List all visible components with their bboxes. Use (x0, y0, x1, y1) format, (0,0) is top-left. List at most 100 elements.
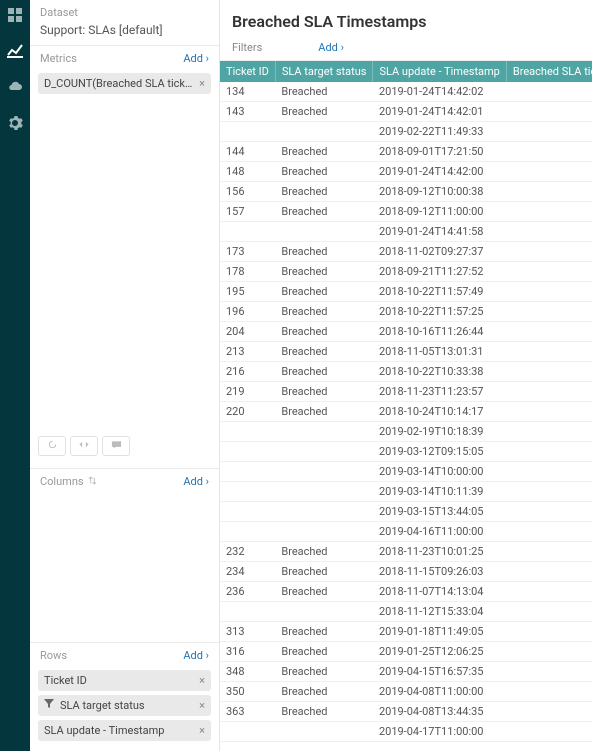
dataset-header: Dataset (30, 0, 219, 23)
table-row[interactable]: 2019-02-19T10:18:391 (220, 422, 592, 442)
table-cell: 1 (506, 562, 592, 582)
table-row[interactable]: 2019-01-24T14:41:581 (220, 222, 592, 242)
table-cell: 2019-01-24T14:42:02 (373, 82, 506, 102)
table-cell (220, 502, 275, 522)
table-cell: 2018-11-12T15:33:04 (373, 602, 506, 622)
nav-dashboard-icon[interactable] (6, 6, 24, 24)
row-pill-text: SLA target status (44, 699, 145, 712)
table-cell: 2019-04-16T11:00:00 (373, 522, 506, 542)
column-header[interactable]: SLA update - Timestamp (373, 61, 506, 82)
main-panel: Breached SLA Timestamps Filters Add Tick… (220, 0, 592, 751)
table-row[interactable]: 236Breached2018-11-07T14:13:041 (220, 582, 592, 602)
metrics-label: Metrics (40, 52, 77, 65)
table-row[interactable]: 220Breached2018-10-24T10:14:171 (220, 402, 592, 422)
table-row[interactable]: 195Breached2018-10-22T11:57:491 (220, 282, 592, 302)
row-pill[interactable]: Ticket ID× (38, 670, 211, 691)
results-table: Ticket IDSLA target statusSLA update - T… (220, 61, 592, 742)
table-row[interactable]: 2019-03-15T13:44:051 (220, 502, 592, 522)
table-cell: Breached (275, 702, 373, 722)
table-cell: 2019-01-24T14:42:01 (373, 102, 506, 122)
table-row[interactable]: 2019-02-22T11:49:331 (220, 122, 592, 142)
row-pill[interactable]: SLA target status × (38, 695, 211, 716)
table-row[interactable]: 213Breached2018-11-05T13:01:311 (220, 342, 592, 362)
results-table-wrap[interactable]: Ticket IDSLA target statusSLA update - T… (220, 61, 592, 751)
comment-button[interactable] (102, 436, 130, 456)
rows-add-link[interactable]: Add (183, 649, 209, 662)
table-cell: 1 (506, 262, 592, 282)
table-row[interactable]: 2019-03-14T10:11:391 (220, 482, 592, 502)
table-cell: 1 (506, 102, 592, 122)
table-row[interactable]: 313Breached2019-01-18T11:49:051 (220, 622, 592, 642)
table-cell: 2019-04-08T11:00:00 (373, 682, 506, 702)
table-row[interactable]: 134Breached2019-01-24T14:42:021 (220, 82, 592, 102)
table-row[interactable]: 2019-03-12T09:15:051 (220, 442, 592, 462)
dataset-value[interactable]: Support: SLAs [default] (30, 23, 219, 45)
table-row[interactable]: 143Breached2019-01-24T14:42:011 (220, 102, 592, 122)
table-row[interactable]: 196Breached2018-10-22T11:57:251 (220, 302, 592, 322)
table-cell: 1 (506, 162, 592, 182)
table-cell: Breached (275, 582, 373, 602)
metric-pill[interactable]: D_COUNT(Breached SLA tick… × (38, 73, 211, 94)
column-header[interactable]: Breached SLA tickets (506, 61, 592, 82)
table-cell: Breached (275, 262, 373, 282)
table-cell: 232 (220, 542, 275, 562)
table-cell: 1 (506, 382, 592, 402)
table-cell: Breached (275, 242, 373, 262)
table-cell (275, 442, 373, 462)
close-icon[interactable]: × (199, 674, 205, 687)
table-row[interactable]: 2019-03-14T10:00:001 (220, 462, 592, 482)
table-row[interactable]: 2019-04-17T11:00:001 (220, 722, 592, 742)
table-row[interactable]: 350Breached2019-04-08T11:00:001 (220, 682, 592, 702)
table-cell: 2018-10-22T11:57:49 (373, 282, 506, 302)
table-cell (275, 482, 373, 502)
close-icon[interactable]: × (199, 699, 205, 712)
columns-add-link[interactable]: Add (183, 475, 209, 488)
table-row[interactable]: 204Breached2018-10-16T11:26:441 (220, 322, 592, 342)
table-row[interactable]: 219Breached2018-11-23T11:23:571 (220, 382, 592, 402)
table-cell: Breached (275, 342, 373, 362)
table-row[interactable]: 2018-11-12T15:33:041 (220, 602, 592, 622)
close-icon[interactable]: × (199, 724, 205, 737)
table-cell: 2018-11-02T09:27:37 (373, 242, 506, 262)
table-cell: 363 (220, 702, 275, 722)
metrics-add-link[interactable]: Add (183, 52, 209, 65)
table-cell: 1 (506, 442, 592, 462)
table-cell: 348 (220, 662, 275, 682)
table-cell: 1 (506, 342, 592, 362)
nav-chart-icon[interactable] (6, 42, 24, 60)
table-row[interactable]: 2019-04-16T11:00:001 (220, 522, 592, 542)
table-cell: Breached (275, 302, 373, 322)
nav-cloud-icon[interactable] (6, 78, 24, 96)
table-cell (275, 522, 373, 542)
table-cell: Breached (275, 562, 373, 582)
table-row[interactable]: 157Breached2018-09-12T11:00:001 (220, 202, 592, 222)
table-row[interactable]: 363Breached2019-04-08T13:44:351 (220, 702, 592, 722)
table-cell: 2019-04-15T16:57:35 (373, 662, 506, 682)
table-row[interactable]: 178Breached2018-09-21T11:27:521 (220, 262, 592, 282)
table-cell: 143 (220, 102, 275, 122)
table-cell: 2019-02-19T10:18:39 (373, 422, 506, 442)
table-cell (220, 482, 275, 502)
nav-gear-icon[interactable] (6, 114, 24, 132)
table-row[interactable]: 232Breached2018-11-23T10:01:251 (220, 542, 592, 562)
table-cell: 1 (506, 542, 592, 562)
table-row[interactable]: 173Breached2018-11-02T09:27:371 (220, 242, 592, 262)
close-icon[interactable]: × (199, 77, 205, 90)
table-row[interactable]: 144Breached2018-09-01T17:21:501 (220, 142, 592, 162)
table-row[interactable]: 148Breached2019-01-24T14:42:001 (220, 162, 592, 182)
table-row[interactable]: 156Breached2018-09-12T10:00:381 (220, 182, 592, 202)
table-cell: 157 (220, 202, 275, 222)
table-cell: 204 (220, 322, 275, 342)
expand-button[interactable] (70, 436, 98, 456)
table-cell: 2019-02-22T11:49:33 (373, 122, 506, 142)
column-header[interactable]: Ticket ID (220, 61, 275, 82)
column-header[interactable]: SLA target status (275, 61, 373, 82)
row-pill[interactable]: SLA update - Timestamp× (38, 720, 211, 741)
table-row[interactable]: 234Breached2018-11-15T09:26:031 (220, 562, 592, 582)
table-row[interactable]: 216Breached2018-10-22T10:33:381 (220, 362, 592, 382)
table-cell: 2018-10-22T11:57:25 (373, 302, 506, 322)
refresh-button[interactable] (38, 436, 66, 456)
table-row[interactable]: 348Breached2019-04-15T16:57:351 (220, 662, 592, 682)
table-row[interactable]: 316Breached2019-01-25T12:06:251 (220, 642, 592, 662)
filters-add-link[interactable]: Add (318, 41, 344, 54)
